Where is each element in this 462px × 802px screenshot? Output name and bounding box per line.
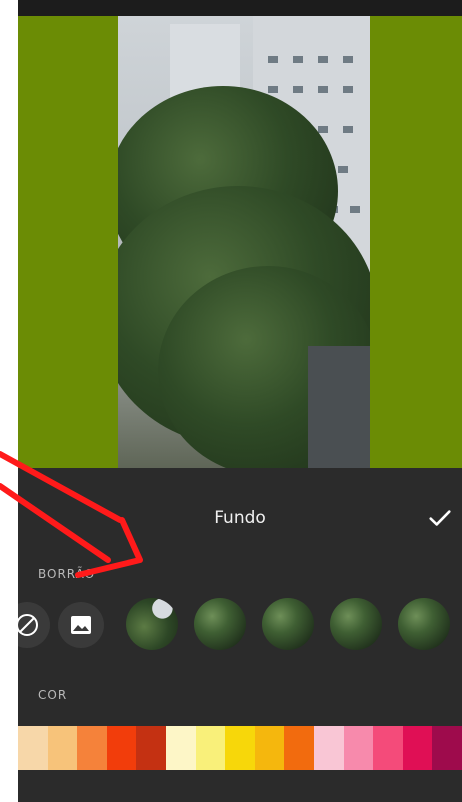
annotation-arrow-line [0,451,123,523]
annotation-arrow-overlay [0,451,143,578]
annotation-arrow-line [0,483,111,563]
